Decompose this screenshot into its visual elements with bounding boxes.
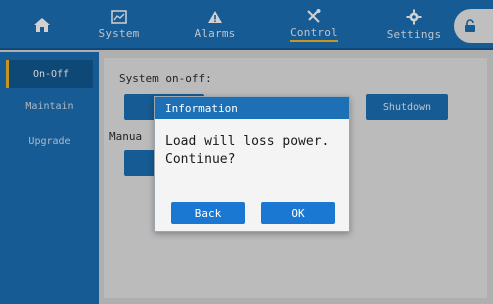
dialog-message-line1: Load will loss power. [165,134,330,149]
dialog-message: Load will loss power. Continue? [165,133,345,169]
information-dialog: Information Load will loss power. Contin… [154,96,350,232]
dialog-message-line2: Continue? [165,152,236,167]
hmi-screen: System Alarms Control Settings On-Off Ma… [0,0,493,304]
dialog-title: Information [155,97,349,119]
back-button[interactable]: Back [171,202,245,224]
ok-button[interactable]: OK [261,202,335,224]
